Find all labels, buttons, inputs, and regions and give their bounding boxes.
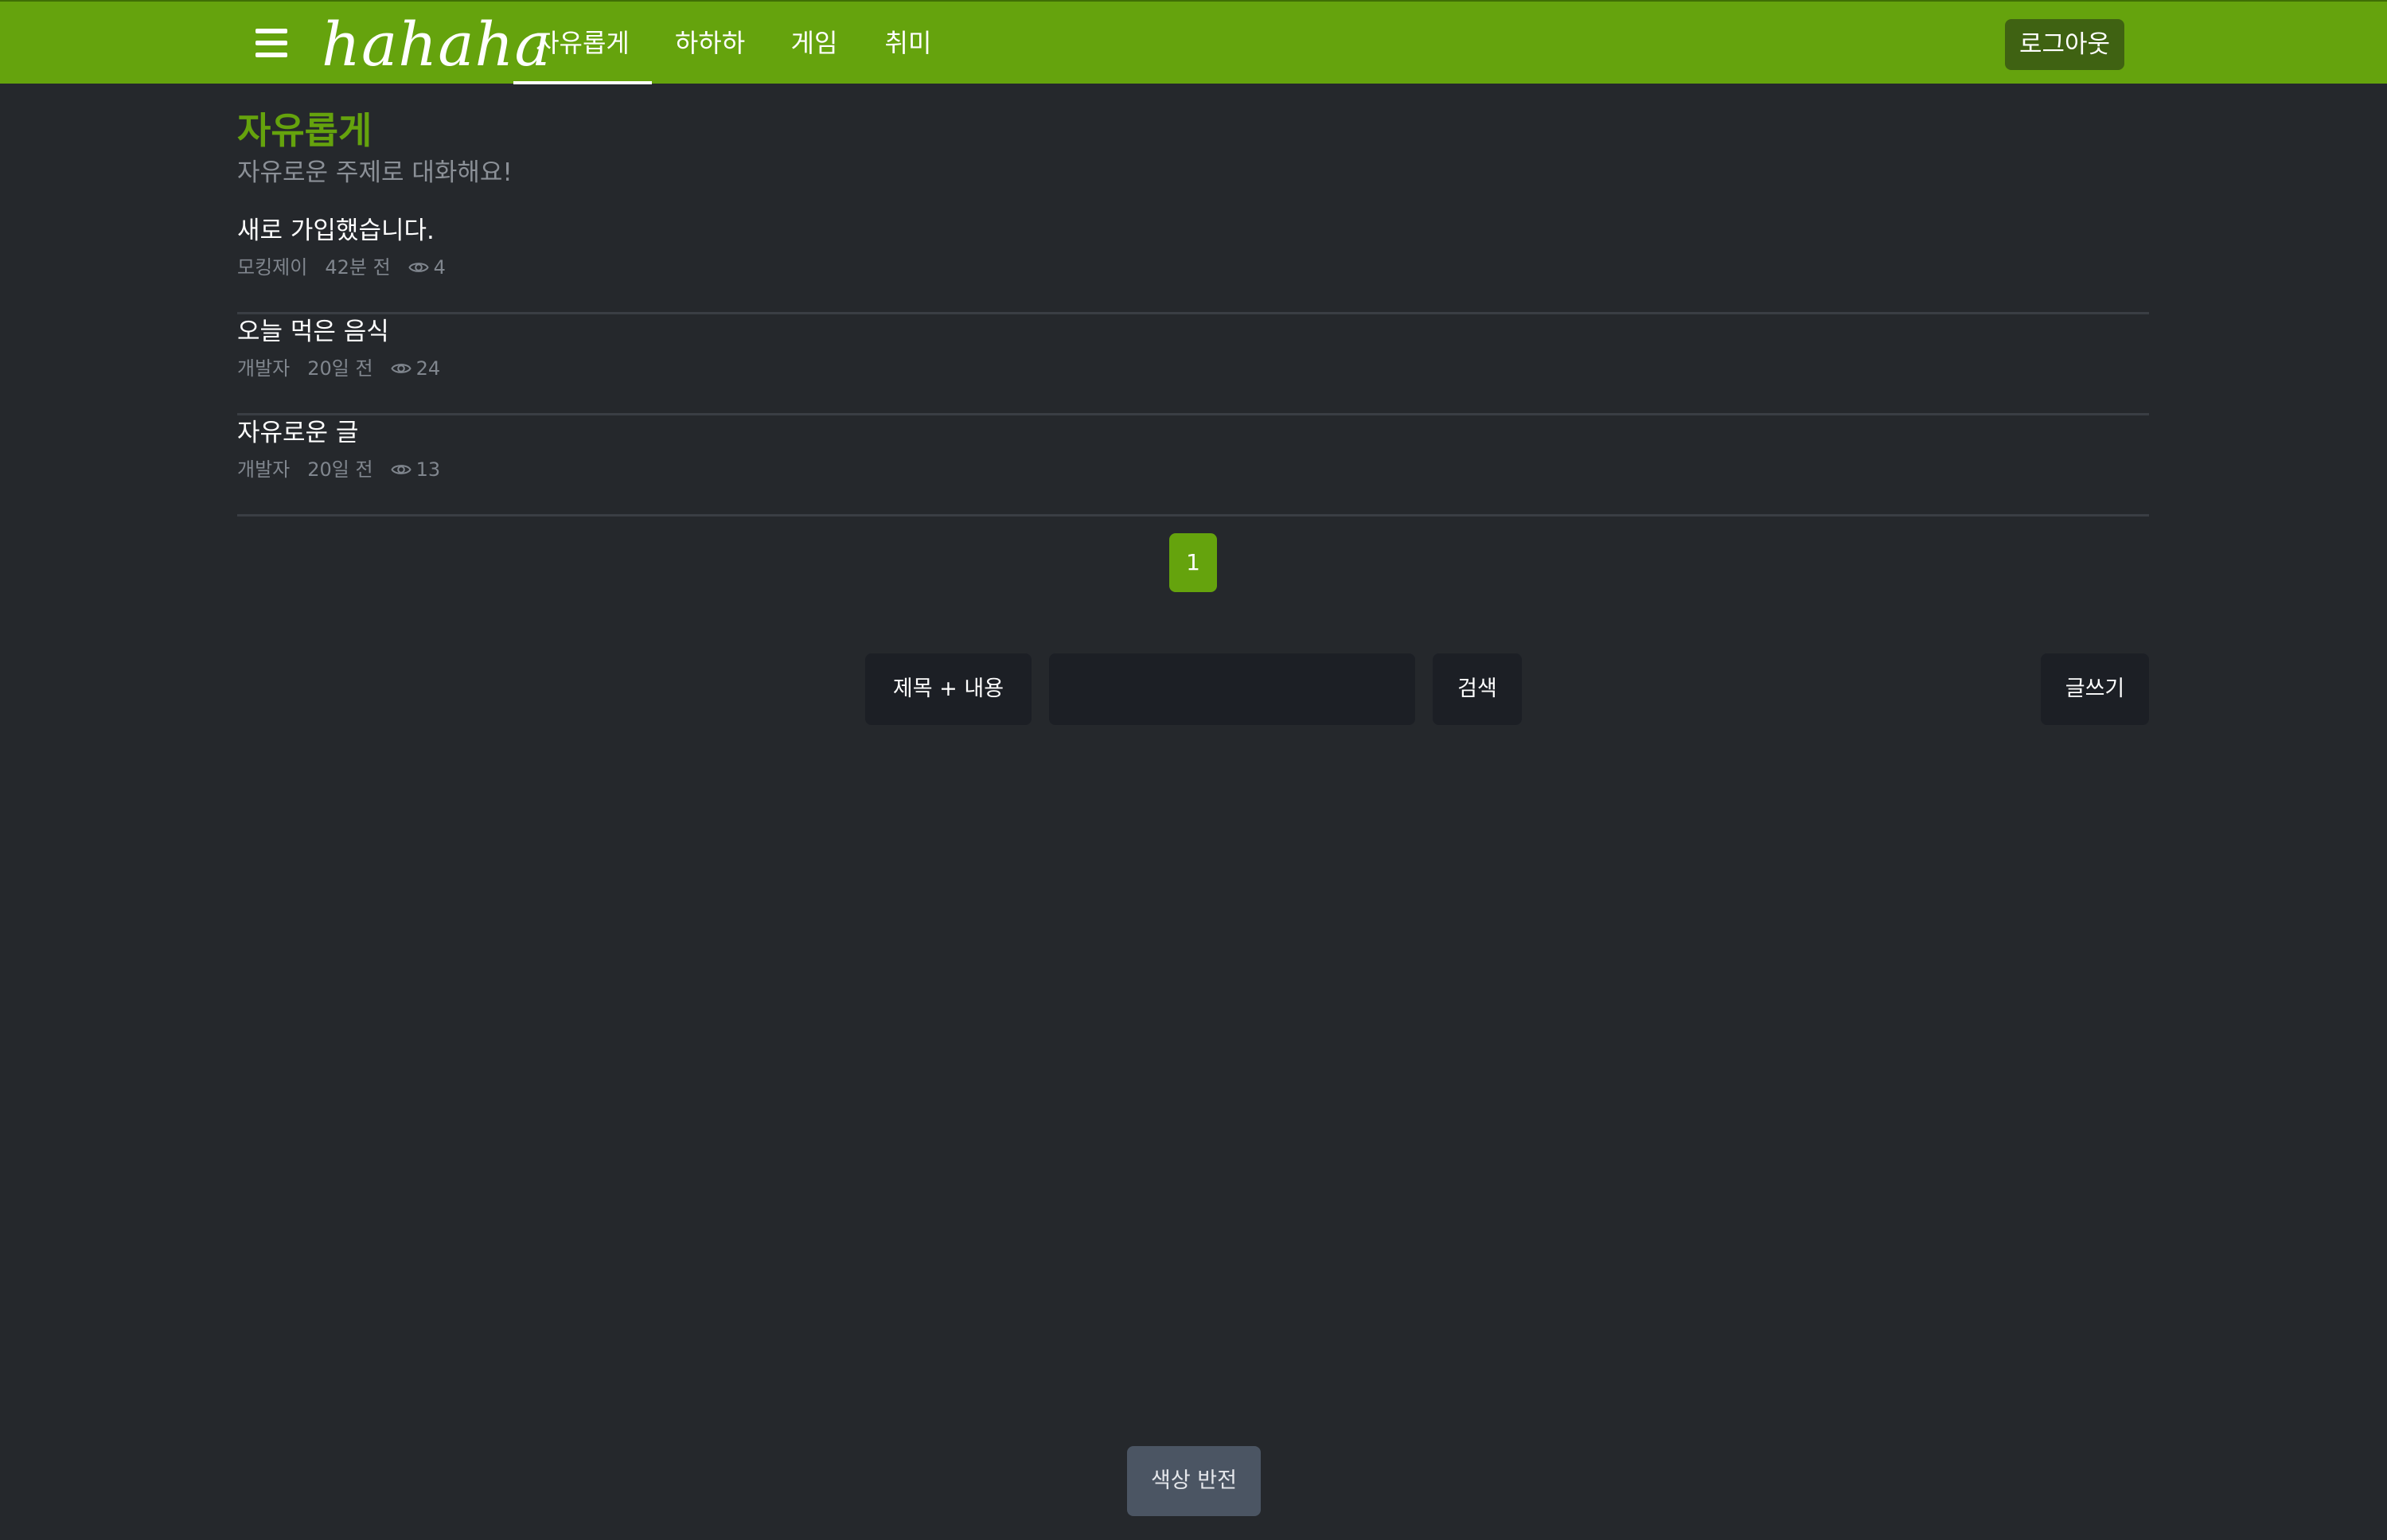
post-item[interactable]: 새로 가입했습니다. 모킹제이 42분 전 4	[237, 213, 2149, 314]
hamburger-menu-icon[interactable]	[255, 29, 287, 57]
menu-line	[255, 53, 287, 57]
post-author: 개발자	[237, 458, 291, 481]
top-navigation-bar: hahaha 자유롭게 하하하 게임 취미 로그아웃	[0, 0, 2387, 84]
post-meta: 개발자 20일 전 24	[237, 354, 440, 382]
tab-free[interactable]: 자유롭게	[513, 2, 652, 84]
tab-hobby[interactable]: 취미	[872, 2, 944, 84]
board-description: 자유로운 주제로 대화해요!	[237, 158, 513, 187]
post-author: 모킹제이	[237, 256, 308, 279]
post-views: 4	[433, 256, 446, 279]
eye-icon	[390, 361, 411, 376]
post-time: 20일 전	[307, 458, 373, 481]
tab-game[interactable]: 게임	[778, 2, 850, 84]
pagination-page-button[interactable]: 1	[1169, 533, 1217, 592]
post-title[interactable]: 새로 가입했습니다.	[237, 213, 435, 248]
eye-icon	[408, 260, 429, 275]
logout-button[interactable]: 로그아웃	[2005, 19, 2124, 70]
post-views: 24	[415, 357, 441, 380]
search-type-select[interactable]: 제목 + 내용	[865, 653, 1032, 725]
search-input[interactable]	[1049, 653, 1415, 725]
post-time: 42분 전	[325, 256, 391, 279]
post-author: 개발자	[237, 357, 291, 380]
post-time: 20일 전	[307, 357, 373, 380]
board-title: 자유롭게	[237, 109, 372, 152]
post-views: 13	[415, 458, 441, 481]
post-meta: 개발자 20일 전 13	[237, 455, 440, 483]
menu-line	[255, 29, 287, 33]
search-button[interactable]: 검색	[1433, 653, 1522, 725]
post-title[interactable]: 자유로운 글	[237, 415, 358, 450]
post-item[interactable]: 오늘 먹은 음식 개발자 20일 전 24	[237, 314, 2149, 415]
post-title[interactable]: 오늘 먹은 음식	[237, 314, 389, 349]
tab-hahaha[interactable]: 하하하	[665, 2, 755, 84]
eye-icon	[390, 462, 411, 477]
menu-line	[255, 41, 287, 45]
post-meta: 모킹제이 42분 전 4	[237, 253, 446, 281]
invert-colors-button[interactable]: 색상 반전	[1127, 1446, 1261, 1516]
post-item[interactable]: 자유로운 글 개발자 20일 전 13	[237, 415, 2149, 517]
write-post-button[interactable]: 글쓰기	[2041, 653, 2149, 725]
